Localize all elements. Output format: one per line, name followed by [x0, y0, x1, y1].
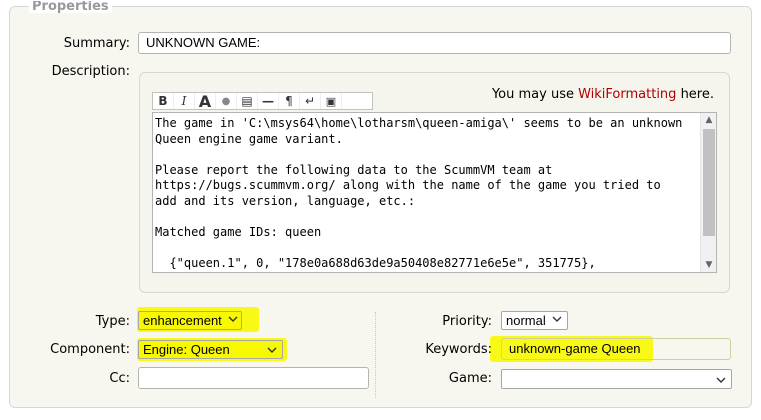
line-break-icon[interactable]: ↵ [300, 93, 321, 109]
wiki-formatting-link[interactable]: WikiFormatting [578, 87, 676, 102]
game-select[interactable] [501, 369, 732, 389]
column-divider [375, 312, 376, 398]
hint-prefix: You may use [491, 87, 579, 102]
chevron-down-icon [552, 316, 562, 322]
scroll-up-icon[interactable]: ▲ [701, 113, 716, 127]
heading-icon[interactable]: A [195, 92, 216, 111]
chevron-down-icon [267, 347, 277, 353]
summary-input[interactable]: UNKNOWN GAME: [138, 32, 731, 54]
properties-legend: Properties [29, 1, 112, 13]
textarea-scrollbar[interactable]: ▲ ▼ [700, 113, 716, 272]
link-icon[interactable]: ● [216, 93, 237, 109]
wiki-formatting-hint: You may use WikiFormatting here. [492, 87, 714, 102]
italic-icon[interactable]: I [174, 93, 195, 109]
chevron-down-icon [228, 316, 238, 322]
type-value: enhancement [143, 313, 222, 328]
description-label: Description: [51, 64, 130, 79]
wiki-toolbar: B I A ● ▤ — ¶ ↵ ▣ [152, 92, 373, 111]
priority-select[interactable]: normal [501, 311, 568, 330]
cc-input[interactable] [138, 367, 369, 389]
code-block-icon[interactable]: ▤ [237, 93, 258, 109]
description-text: The game in 'C:\msys64\home\lotharsm\que… [155, 116, 683, 270]
hint-suffix: here. [676, 87, 714, 102]
scroll-thumb[interactable] [703, 129, 715, 236]
chevron-down-icon [716, 377, 726, 383]
game-label: Game: [448, 371, 492, 386]
type-select[interactable]: enhancement [138, 311, 242, 330]
description-textarea[interactable]: The game in 'C:\msys64\home\lotharsm\que… [152, 112, 717, 273]
component-label: Component: [50, 342, 130, 357]
component-select[interactable]: Engine: Queen [138, 340, 283, 359]
type-label: Type: [95, 314, 130, 329]
component-value: Engine: Queen [143, 342, 230, 357]
bold-icon[interactable]: B [153, 93, 174, 109]
horizontal-rule-icon[interactable]: — [258, 93, 279, 109]
paragraph-icon[interactable]: ¶ [279, 93, 300, 109]
image-icon[interactable]: ▣ [321, 93, 342, 109]
description-box: B I A ● ▤ — ¶ ↵ ▣ You may use WikiFormat… [139, 72, 730, 293]
priority-value: normal [506, 313, 546, 328]
priority-label: Priority: [442, 314, 492, 329]
keywords-input[interactable]: unknown-game Queen [501, 338, 731, 360]
scroll-down-icon[interactable]: ▼ [701, 258, 716, 272]
summary-label: Summary: [63, 36, 130, 51]
cc-label: Cc: [109, 371, 130, 386]
keywords-label: Keywords: [425, 342, 492, 357]
